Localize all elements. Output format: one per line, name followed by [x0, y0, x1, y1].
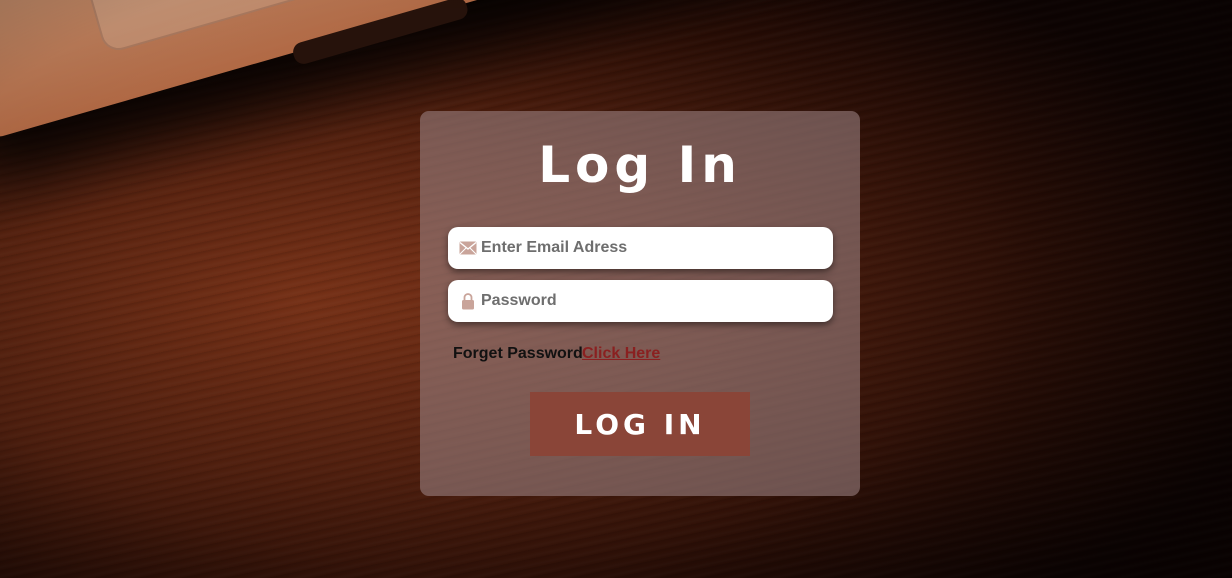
- forget-password-label: Forget Password: [453, 345, 583, 362]
- password-input[interactable]: [481, 292, 811, 310]
- envelope-icon: [458, 238, 478, 258]
- password-field[interactable]: [448, 280, 833, 322]
- lock-icon: [458, 291, 478, 311]
- forget-password-link[interactable]: Click Here: [582, 345, 660, 363]
- email-input[interactable]: [481, 239, 811, 257]
- login-button[interactable]: LOG IN: [530, 392, 750, 456]
- email-field[interactable]: [448, 227, 833, 269]
- login-title: Log In: [538, 136, 742, 194]
